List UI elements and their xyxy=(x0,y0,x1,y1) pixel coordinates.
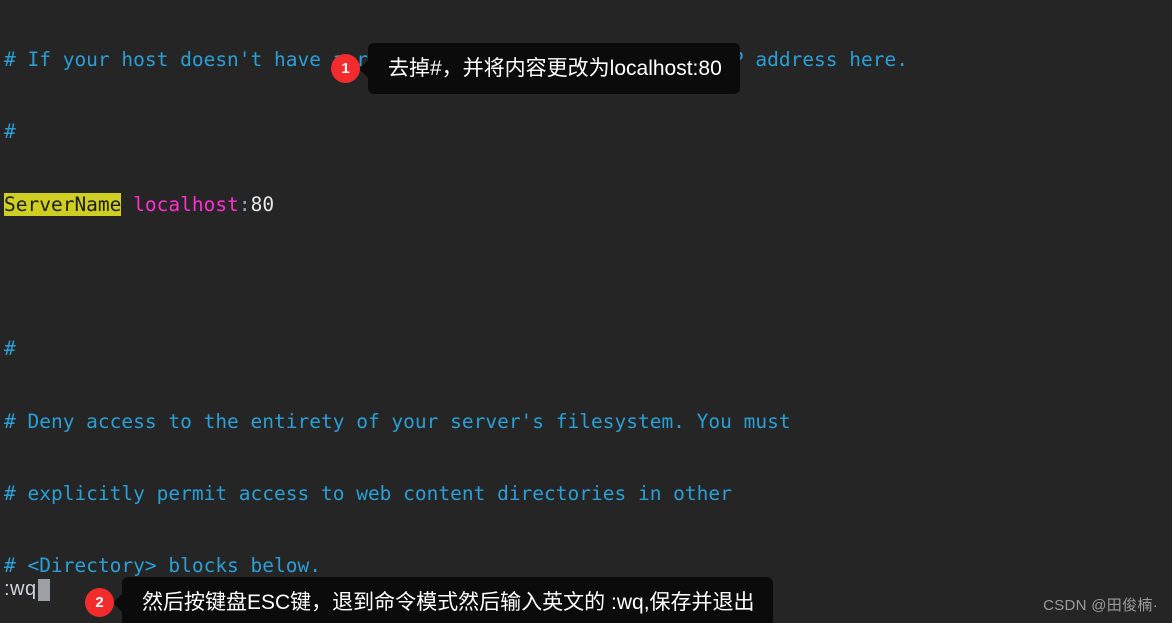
code-line-servername: ServerName localhost:80 xyxy=(0,192,1172,217)
code-line: # Deny access to the entirety of your se… xyxy=(0,410,1172,434)
code-line: # xyxy=(0,337,1172,361)
code-comment: # <Directory> blocks below. xyxy=(4,554,321,578)
vim-command-text: :wq xyxy=(4,578,37,600)
vim-command-line[interactable]: :wq xyxy=(4,578,50,601)
servername-host-value: localhost xyxy=(133,192,239,216)
code-comment: # xyxy=(4,337,16,361)
code-comment: # Deny access to the entirety of your se… xyxy=(4,409,791,433)
annotation-bubble-1: 去掉#，并将内容更改为localhost:80 xyxy=(368,43,740,95)
servername-colon: : xyxy=(238,192,251,216)
annotation-bubble-2: 然后按键盘ESC键，退到命令模式然后输入英文的 :wq,保存并退出 xyxy=(122,577,773,623)
annotation-callout-1: 1 去掉#，并将内容更改为localhost:80 xyxy=(331,43,740,95)
servername-keyword-highlight: ServerName xyxy=(4,192,122,216)
annotation-badge-1: 1 xyxy=(331,54,360,84)
csdn-watermark: CSDN @田俊楠· xyxy=(1043,597,1158,614)
annotation-badge-2: 2 xyxy=(85,588,114,618)
code-comment: # explicitly permit access to web conten… xyxy=(4,481,732,505)
text-cursor xyxy=(37,578,50,601)
code-comment: # xyxy=(4,120,16,144)
terminal-screen: # If your host doesn't have a registered… xyxy=(0,0,1172,623)
code-line: # explicitly permit access to web conten… xyxy=(0,482,1172,506)
code-line: # xyxy=(0,120,1172,144)
code-line: # <Directory> blocks below. xyxy=(0,554,1172,578)
annotation-callout-2: 2 然后按键盘ESC键，退到命令模式然后输入英文的 :wq,保存并退出 xyxy=(85,577,773,623)
servername-port-value: 80 xyxy=(250,192,275,216)
